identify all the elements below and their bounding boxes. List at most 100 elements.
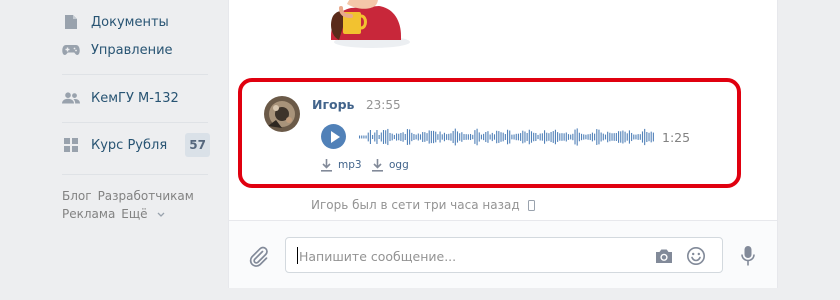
- download-icon: [321, 159, 332, 172]
- online-status: Игорь был в сети три часа назад: [311, 198, 535, 212]
- waveform-bar: [522, 130, 524, 144]
- smile-icon[interactable]: [686, 246, 706, 266]
- text-caret: [297, 247, 298, 264]
- footer-link-developers[interactable]: Разработчикам: [98, 189, 194, 203]
- avatar[interactable]: [264, 96, 300, 132]
- waveform-bar: [419, 134, 422, 140]
- waveform-bar: [589, 133, 591, 141]
- play-button[interactable]: [321, 124, 346, 149]
- message-author[interactable]: Игорь: [312, 97, 354, 112]
- waveform-bar: [574, 129, 576, 145]
- sidebar-item-label: Курс Рубля: [91, 137, 168, 153]
- waveform-bar: [509, 130, 511, 144]
- waveform-bar: [600, 132, 602, 142]
- waveform-bar: [515, 133, 517, 141]
- waveform-bar: [622, 130, 624, 144]
- waveform-bar: [594, 133, 596, 141]
- waveform-bar: [393, 134, 395, 140]
- online-status-text: Игорь был в сети три часа назад: [311, 198, 520, 212]
- waveform-bar: [548, 133, 550, 141]
- download-mp3-link[interactable]: mp3: [320, 158, 362, 172]
- waveform-bar: [396, 133, 398, 141]
- waveform-bar: [576, 128, 578, 146]
- waveform-bar: [411, 132, 413, 142]
- footer-link-ads[interactable]: Реклама: [62, 207, 115, 221]
- waveform-bar: [426, 133, 428, 141]
- waveform-bar: [430, 130, 432, 144]
- waveform-bar: [528, 129, 530, 145]
- audio-waveform[interactable]: [359, 124, 655, 150]
- waveform-bar: [641, 131, 644, 143]
- waveform-bar: [463, 134, 465, 140]
- message-input-placeholder: Напишите сообщение...: [299, 249, 457, 264]
- footer-links-row-2: Реклама Ещё: [62, 207, 171, 221]
- waveform-bar: [402, 132, 404, 142]
- paperclip-icon[interactable]: [247, 245, 269, 267]
- waveform-bar: [587, 134, 589, 140]
- message-time[interactable]: 23:55: [366, 98, 401, 112]
- camera-icon[interactable]: [654, 247, 674, 265]
- waveform-bar: [389, 132, 391, 142]
- sidebar-item-kemgu[interactable]: КемГУ М-132: [60, 84, 210, 112]
- waveform-bar: [578, 132, 580, 142]
- waveform-bar: [382, 130, 385, 144]
- waveform-bar: [541, 133, 543, 141]
- waveform-bar: [485, 132, 487, 142]
- microphone-icon[interactable]: [741, 245, 755, 267]
- waveform-bar: [652, 132, 654, 142]
- download-ogg-link[interactable]: ogg: [371, 158, 409, 172]
- waveform-bar: [585, 134, 587, 140]
- waveform-bar: [446, 134, 448, 140]
- waveform-bar: [428, 130, 430, 144]
- waveform-bar: [650, 131, 652, 143]
- waveform-bar: [637, 134, 639, 140]
- sidebar-item-label: КемГУ М-132: [91, 90, 179, 106]
- counter-badge: 57: [185, 133, 210, 157]
- waveform-bar: [507, 129, 509, 145]
- footer-link-more[interactable]: Ещё: [121, 207, 165, 221]
- sidebar-item-kurs-rublya[interactable]: Курс Рубля 57: [60, 131, 210, 159]
- sidebar-item-label: Управление: [91, 42, 173, 58]
- waveform-bar: [409, 129, 411, 145]
- waveform-bar: [363, 135, 365, 139]
- waveform-bar: [609, 132, 611, 142]
- waveform-bar: [524, 131, 526, 143]
- waveform-bar: [465, 134, 467, 140]
- waveform-bar: [598, 129, 600, 145]
- waveform-bar: [433, 130, 435, 144]
- waveform-bar: [391, 133, 393, 141]
- waveform-bar: [563, 133, 565, 141]
- waveform-bar: [437, 134, 439, 140]
- download-mp3-label: mp3: [338, 159, 362, 171]
- groups-icon: [62, 89, 80, 107]
- sidebar-item-management[interactable]: Управление: [60, 36, 210, 64]
- sidebar-item-documents[interactable]: Документы: [60, 8, 210, 36]
- footer-link-blog[interactable]: Блог: [62, 189, 92, 203]
- waveform-bar: [633, 134, 635, 140]
- footer-links-row-1: Блог Разработчикам: [62, 189, 200, 203]
- waveform-bar: [620, 131, 622, 143]
- waveform-bar: [380, 132, 382, 142]
- waveform-bar: [450, 133, 452, 141]
- message-input[interactable]: Напишите сообщение...: [285, 237, 723, 273]
- waveform-bar: [478, 132, 480, 142]
- waveform-bar: [583, 134, 585, 140]
- waveform-bar: [504, 134, 506, 140]
- waveform-bar: [498, 131, 500, 143]
- sidebar-divider: [62, 74, 208, 75]
- waveform-bar: [369, 130, 371, 144]
- waveform-bar: [639, 134, 641, 140]
- waveform-bar: [581, 133, 583, 141]
- waveform-bar: [559, 133, 561, 141]
- waveform-bar: [537, 134, 539, 140]
- waveform-bar: [406, 129, 408, 145]
- waveform-bar: [454, 128, 456, 146]
- waveform-bar: [565, 132, 567, 142]
- waveform-bar: [489, 134, 491, 140]
- waveform-bar: [483, 133, 485, 141]
- waveform-bar: [557, 132, 559, 142]
- waveform-bar: [413, 134, 415, 140]
- audio-duration: 1:25: [662, 130, 691, 145]
- waveform-bar: [552, 131, 554, 143]
- waveform-bar: [572, 133, 574, 141]
